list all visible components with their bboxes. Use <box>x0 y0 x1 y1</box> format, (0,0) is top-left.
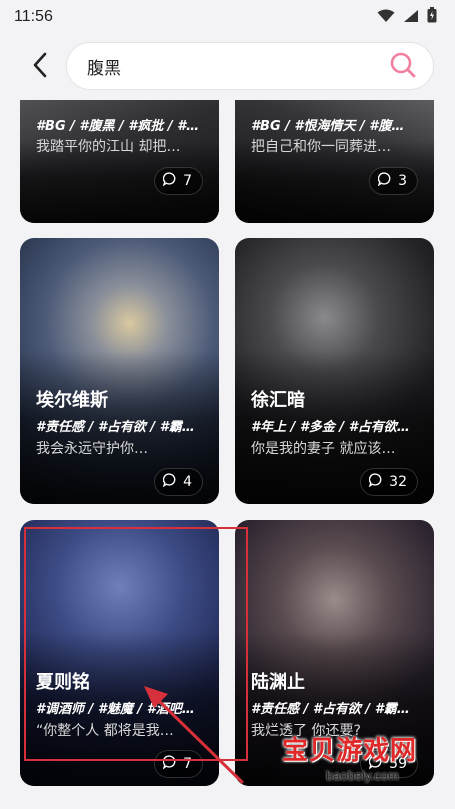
card-description: 我会永远守护你… <box>36 441 148 457</box>
status-time: 11:56 <box>14 8 53 25</box>
card-tags: #责任感 / #占有欲 / #霸… <box>251 702 410 717</box>
status-icons <box>377 7 437 27</box>
battery-icon <box>427 7 437 27</box>
search-button[interactable] <box>389 51 417 83</box>
character-card[interactable]: 埃尔维斯 #责任感 / #占有欲 / #霸… 我会永远守护你… 4 <box>20 238 219 504</box>
card-tags: #责任感 / #占有欲 / #霸… <box>36 420 195 435</box>
card-title: 屑魂 <box>36 100 72 104</box>
back-button[interactable] <box>22 52 58 82</box>
card-description: 我踏平你的江山 却把… <box>36 139 181 155</box>
card-title: 徐汇暗 <box>251 390 305 411</box>
comment-count: 4 <box>154 468 203 496</box>
comment-icon <box>162 473 177 491</box>
card-title: 陆渊止 <box>251 672 305 693</box>
comment-icon <box>368 473 383 491</box>
watermark: 宝贝游戏网 baobeiy.com <box>282 720 442 800</box>
search-icon <box>389 51 417 83</box>
status-bar: 11:56 <box>0 0 455 34</box>
card-title: 宁轩 <box>251 100 287 104</box>
search-query: 腹黑 <box>87 58 121 79</box>
card-title: 埃尔维斯 <box>36 390 108 411</box>
comment-icon <box>377 172 392 190</box>
annotation-arrow <box>144 686 244 784</box>
card-tags: #BG / #恨海情天 / #腹… <box>251 119 405 134</box>
character-card[interactable]: 徐汇暗 #年上 / #多金 / #占有欲… 你是我的妻子 就应该… 32 <box>235 238 434 504</box>
comment-count: 32 <box>360 468 418 496</box>
comment-count: 3 <box>369 167 418 195</box>
card-title: 夏则铭 <box>36 672 90 693</box>
watermark-title: 宝贝游戏网 <box>282 736 418 766</box>
card-description: 你是我的妻子 就应该… <box>251 441 396 457</box>
wifi-icon <box>377 8 395 27</box>
character-card[interactable]: 屑魂 #BG / #腹黑 / #疯批 / #… 我踏平你的江山 却把… 7 <box>20 100 219 223</box>
search-header: 腹黑 <box>0 34 455 100</box>
search-input[interactable]: 腹黑 <box>66 42 434 90</box>
character-card[interactable]: 宁轩 #BG / #恨海情天 / #腹… 把自己和你一同葬进… 3 <box>235 100 434 223</box>
comment-count: 7 <box>154 167 203 195</box>
chevron-left-icon <box>32 52 48 82</box>
card-description: 把自己和你一同葬进… <box>251 139 391 155</box>
card-tags: #年上 / #多金 / #占有欲… <box>251 420 410 435</box>
watermark-url: baobeiy.com <box>326 768 399 783</box>
card-tags: #BG / #腹黑 / #疯批 / #… <box>36 119 200 134</box>
signal-icon <box>403 8 419 27</box>
comment-icon <box>162 172 177 190</box>
